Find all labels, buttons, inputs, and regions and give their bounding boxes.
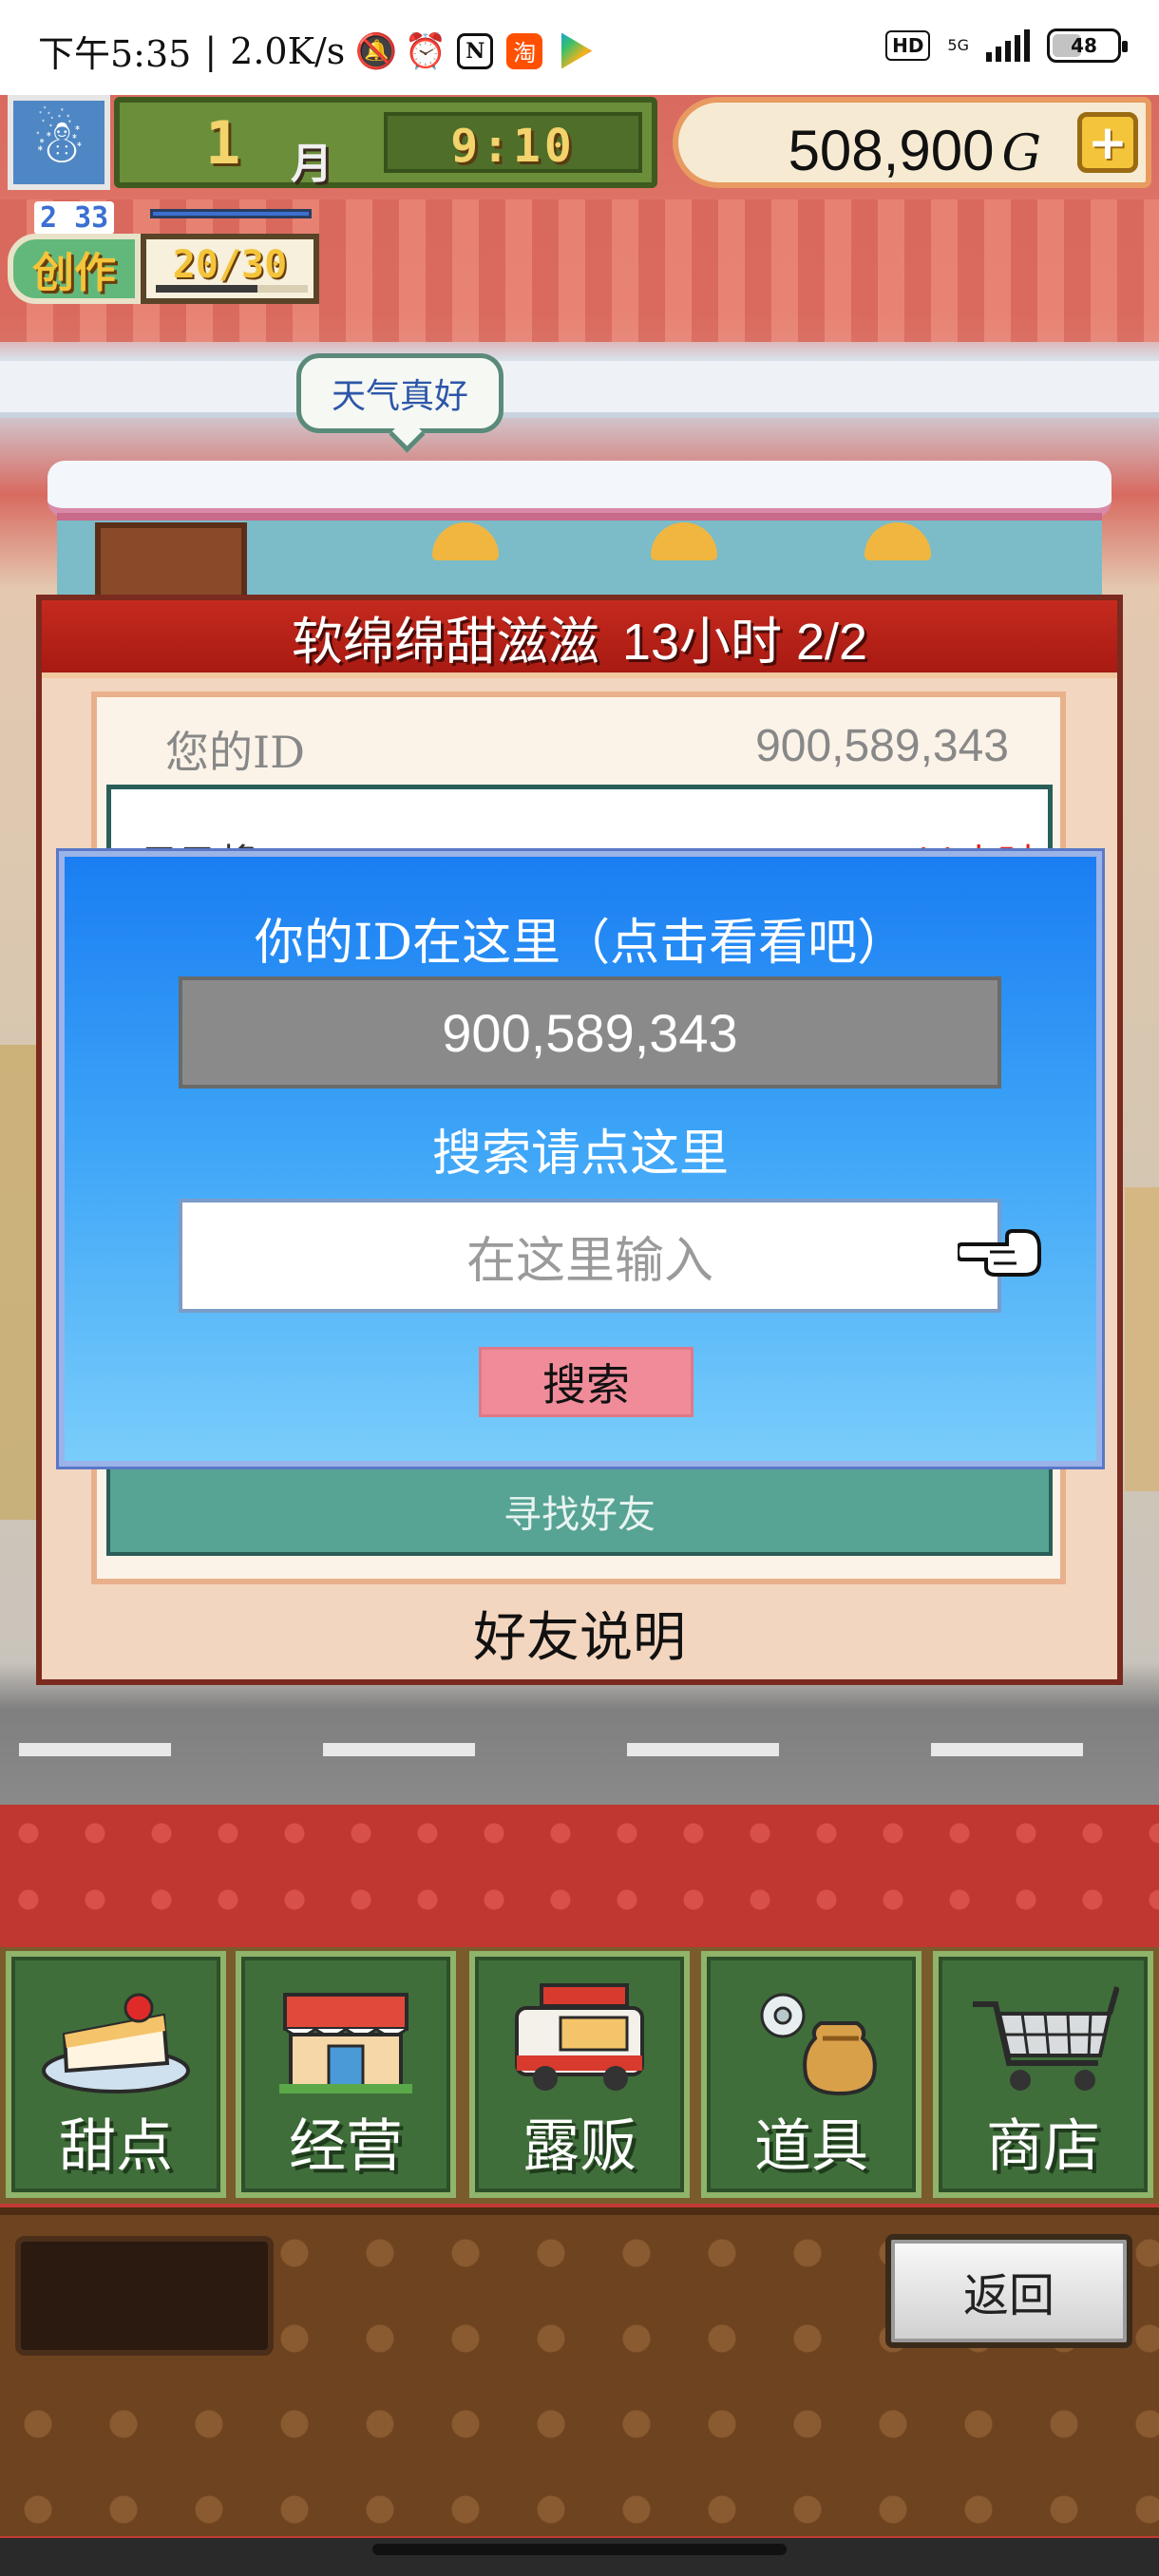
status-time: 下午5:35	[38, 33, 192, 75]
hd-badge: HD	[885, 30, 931, 61]
menu-label: 经营	[289, 2113, 403, 2180]
pointing-hand-icon	[958, 1229, 1041, 1277]
speech-bubble: 天气真好	[296, 353, 504, 433]
hud: ☃ 1 月 9:10 508,900 G +	[0, 95, 1159, 190]
creation-count: 20/30	[172, 243, 288, 287]
taobao-icon: 淘	[506, 32, 543, 69]
home-indicator[interactable]	[372, 2544, 787, 2555]
money-panel: 508,900 G +	[673, 97, 1151, 188]
creation-small-value: 2 33	[34, 201, 115, 235]
money-display: 508,900 G	[788, 118, 1041, 183]
my-id-label: 您的ID	[165, 727, 306, 778]
back-button[interactable]: 返回	[885, 2234, 1132, 2348]
friend-info-button[interactable]: 好友说明	[42, 1590, 1117, 1676]
dialog-title: 你的ID在这里（点击看看吧）	[254, 915, 907, 972]
menu-label: 甜点	[59, 2113, 173, 2180]
panel-title: 软绵绵甜滋滋	[291, 611, 599, 672]
creation-label: 创作	[8, 234, 141, 304]
search-label: 搜索请点这里	[431, 1126, 729, 1183]
alarm-icon: ⏰	[404, 31, 447, 71]
search-button[interactable]: 搜索	[479, 1347, 694, 1417]
menu-item-food-stall[interactable]: 露贩	[469, 1951, 690, 2198]
items-bag-icon	[760, 1993, 877, 2096]
date-panel: 1 月 9:10	[114, 97, 657, 188]
road-marking	[931, 1743, 1083, 1756]
play-store-icon	[560, 32, 593, 69]
my-id-value: 900,589,343	[755, 721, 1009, 771]
search-dialog: 你的ID在这里（点击看看吧） 900,589,343 搜索请点这里 在这里输入 …	[59, 851, 1102, 1467]
clock-time: 9:10	[450, 120, 576, 173]
status-bar: 下午5:35 | 2.0K/s 🔕 ⏰ N 淘 HD 5G 48	[0, 0, 1159, 95]
roof-snow	[48, 461, 1112, 518]
info-slot	[15, 2236, 274, 2356]
creation-meter[interactable]: 2 33 创作 20/30	[8, 201, 319, 306]
panel-time: 13小时 2/2	[621, 613, 868, 671]
status-right: HD 5G 48	[885, 28, 1128, 63]
creation-top-bar	[150, 209, 312, 218]
add-money-button[interactable]: +	[1077, 112, 1138, 173]
avatar[interactable]: ☃	[8, 95, 110, 190]
month-number: 1	[205, 108, 241, 178]
status-left: 下午5:35 | 2.0K/s 🔕 ⏰ N 淘	[38, 25, 593, 77]
shop-building-icon	[279, 1993, 412, 2093]
menu-item-items[interactable]: 道具	[701, 1951, 922, 2198]
network-type: 5G	[947, 36, 969, 54]
id-display-box[interactable]: 900,589,343	[179, 976, 1001, 1089]
creation-progress-bar	[156, 285, 308, 293]
creation-count-box: 20/30	[141, 234, 319, 304]
menu-label: 商店	[986, 2113, 1100, 2180]
shopping-cart-icon	[973, 1986, 1119, 2091]
status-separator: |	[204, 29, 218, 72]
money-unit: G	[1001, 125, 1041, 182]
search-input[interactable]: 在这里输入	[179, 1199, 1001, 1313]
road-marking	[323, 1743, 475, 1756]
panel-header: 软绵绵甜滋滋 13小时 2/2	[42, 600, 1117, 678]
snow-band	[0, 361, 1159, 418]
scenery-left	[0, 1045, 38, 1520]
menu-label: 露贩	[522, 2113, 636, 2180]
game-clock: 9:10	[384, 112, 642, 173]
bell-off-icon: 🔕	[354, 31, 398, 71]
nfc-icon: N	[457, 32, 494, 69]
menu-label: 道具	[754, 2113, 868, 2180]
battery-level: 48	[1071, 34, 1097, 57]
month-label: 月	[291, 140, 332, 188]
battery-icon: 48	[1047, 28, 1128, 63]
cake-icon	[42, 1993, 190, 2093]
scenery-right	[1125, 1187, 1159, 1491]
creation-progress-fill	[156, 285, 258, 293]
menu-item-manage[interactable]: 经营	[236, 1951, 456, 2198]
road-marking	[627, 1743, 779, 1756]
menu-item-store[interactable]: 商店	[933, 1951, 1153, 2198]
net-speed: 2.0K/s	[230, 29, 346, 72]
my-id-row: 您的ID 900,589,343	[91, 699, 1066, 785]
money-amount: 508,900	[788, 119, 995, 182]
road-marking	[19, 1743, 171, 1756]
menu-item-dessert[interactable]: 甜点	[6, 1951, 226, 2198]
food-truck-icon	[515, 1983, 644, 2091]
signal-icon	[986, 29, 1030, 62]
